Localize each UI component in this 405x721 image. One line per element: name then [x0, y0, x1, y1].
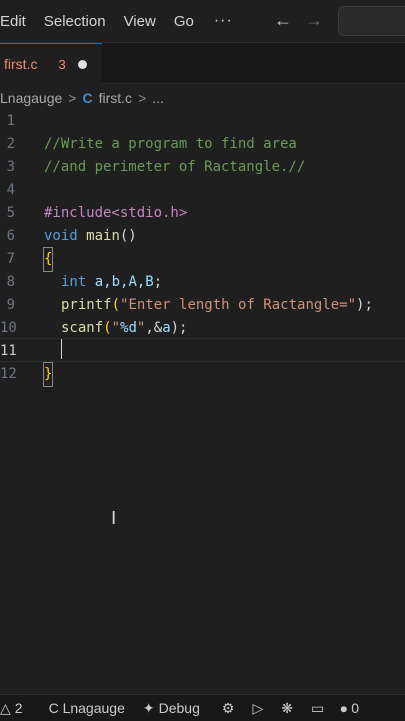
wrench-tools-icon: ✦ [142, 699, 155, 716]
problems-count: 2 [14, 700, 23, 716]
punctuation: ( [103, 320, 112, 336]
line-number: 1 [6, 113, 15, 129]
code-editor[interactable]: 1 2 //Write a program to find area 3 //a… [0, 110, 405, 690]
line-number: 2 [6, 136, 15, 152]
string-literal: "Enter length of Ractangle=" [120, 297, 357, 313]
status-bar: △ 2 C Lnagauge ✦ Debug ⚙ ▷ ❋ ▭ ⦁ 0 [0, 694, 405, 721]
bug-icon[interactable]: ❋ [281, 700, 293, 717]
line-number: 8 [6, 274, 15, 290]
punctuation: ); [356, 297, 373, 313]
punctuation: ; [153, 274, 163, 290]
include-directive: #include<stdio.h> [44, 205, 188, 221]
breadcrumb: Lnagauge > C first.c > ... [0, 86, 405, 110]
keyword: int [61, 274, 87, 290]
code-line: 7 { [0, 247, 405, 272]
ports-count: 0 [351, 700, 359, 716]
close-brace: } [42, 362, 54, 387]
problems-status[interactable]: △ 2 [0, 700, 23, 717]
line-number: 6 [6, 228, 15, 244]
code-line: 3 //and perimeter of Ractangle.// [0, 156, 405, 179]
line-number: 7 [6, 251, 15, 267]
variables: a,b,A,B [94, 274, 154, 290]
function-name: scanf [61, 320, 104, 336]
string-literal: " [111, 320, 121, 336]
punctuation: ( [111, 297, 121, 313]
comment: //Write a program to find area [44, 136, 297, 152]
breadcrumb-symbols[interactable]: ... [152, 90, 164, 106]
code-line: 10 scanf("%d",&a); [0, 317, 405, 340]
code-line: 1 [0, 110, 405, 133]
debug-label: Debug [158, 700, 200, 716]
chevron-right-icon: > [68, 90, 77, 106]
line-number: 3 [6, 159, 15, 175]
code-line: 2 //Write a program to find area [0, 133, 405, 156]
code-line: 5 #include<stdio.h> [0, 202, 405, 225]
code-line: 6 void main() [0, 225, 405, 248]
folder-status[interactable]: C Lnagauge [49, 700, 125, 716]
keyword: void [44, 228, 78, 244]
code-text: void main() [44, 225, 137, 248]
code-line: 8 int a,b,A,B; [0, 271, 405, 294]
tab-problem-count: 3 [58, 56, 66, 72]
text-cursor [61, 339, 62, 359]
line-number: 11 [0, 343, 17, 359]
comment: //and perimeter of Ractangle.// [44, 159, 306, 175]
format-specifier: %d [120, 320, 137, 336]
c-file-icon: C [82, 90, 93, 106]
line-number: 4 [6, 182, 15, 198]
ports-status[interactable]: ⦁ 0 [340, 700, 359, 717]
debug-status[interactable]: ✦ Debug [143, 700, 200, 717]
menu-more-button[interactable]: ··· [214, 12, 233, 30]
antenna-icon: ⦁ [340, 699, 348, 716]
code-text: scanf("%d",&a); [61, 317, 187, 340]
code-line: 4 [0, 179, 405, 202]
open-brace: { [42, 247, 54, 272]
breadcrumb-file[interactable]: first.c [99, 90, 132, 106]
breadcrumb-folder[interactable]: Lnagauge [0, 90, 62, 106]
tab-first-c[interactable]: first.c 3 [0, 43, 102, 84]
menu-edit[interactable]: Edit [0, 13, 26, 30]
menu-view[interactable]: View [124, 13, 156, 30]
line-number: 9 [6, 297, 15, 313]
tab-bar: first.c 3 [0, 43, 405, 84]
tab-filename: first.c [4, 56, 38, 72]
trash-icon[interactable]: ▭ [311, 700, 324, 717]
mouse-ibeam-cursor-icon: I [111, 508, 117, 529]
punctuation: ); [170, 320, 188, 336]
warning-icon: △ [0, 699, 11, 716]
function-name: printf [61, 297, 112, 313]
line-number: 10 [0, 320, 17, 336]
run-play-icon[interactable]: ▷ [252, 700, 263, 717]
forward-arrow-icon[interactable]: → [305, 10, 323, 31]
menu-selection[interactable]: Selection [44, 13, 106, 30]
chevron-right-icon: > [138, 90, 147, 106]
function-name: main [86, 228, 120, 244]
variable: a [162, 320, 171, 336]
menu-go[interactable]: Go [174, 13, 194, 30]
line-number: 5 [6, 205, 15, 221]
code-text: printf("Enter length of Ractangle="); [61, 294, 373, 317]
settings-gear-icon[interactable]: ⚙ [222, 700, 235, 717]
code-line: 12 } [0, 362, 405, 387]
unsaved-dot-icon[interactable] [77, 59, 87, 69]
punctuation: ,& [145, 320, 163, 336]
folder-label: C Lnagauge [48, 700, 125, 716]
code-text: int a,b,A,B; [61, 271, 162, 294]
punctuation: () [119, 228, 137, 244]
line-number: 12 [0, 366, 17, 382]
code-line: 9 printf("Enter length of Ractangle="); [0, 294, 405, 317]
back-arrow-icon[interactable]: ← [274, 10, 292, 31]
command-center-search[interactable] [338, 6, 405, 36]
